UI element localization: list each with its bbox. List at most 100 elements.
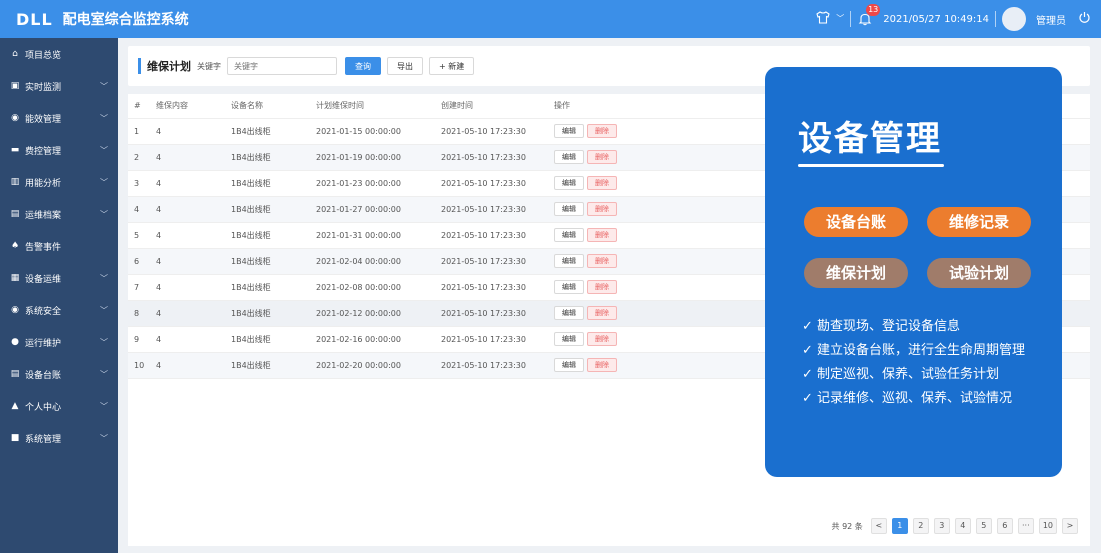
header-actions: ﹀ 13 2021/05/27 10:49:14 管理员 <box>816 0 1091 38</box>
row-planned-time: 2021-01-19 00:00:00 <box>310 144 435 171</box>
keyword-input[interactable] <box>227 57 337 75</box>
feature-bullet: ✓ 记录维修、巡视、保养、试验情况 <box>802 391 1013 406</box>
row-index: 3 <box>128 170 150 197</box>
delete-button[interactable]: 删除 <box>587 228 617 242</box>
row-created-time: 2021-05-10 17:23:30 <box>435 144 548 171</box>
row-planned-time: 2021-01-23 00:00:00 <box>310 170 435 197</box>
pill-device-ledger[interactable]: 设备台账 <box>804 207 908 237</box>
pill-maintenance-plan[interactable]: 维保计划 <box>804 258 908 288</box>
row-planned-time: 2021-02-08 00:00:00 <box>310 274 435 301</box>
delete-button[interactable]: 删除 <box>587 332 617 346</box>
sidebar-item[interactable]: ▤ 设备台账 ﹀ <box>0 358 118 390</box>
delete-button[interactable]: 删除 <box>587 254 617 268</box>
delete-button[interactable]: 删除 <box>587 176 617 190</box>
pagination-page[interactable]: 1 <box>891 518 908 534</box>
pagination-page[interactable]: 10 <box>1038 518 1057 534</box>
edit-button[interactable]: 编辑 <box>554 228 584 242</box>
edit-button[interactable]: 编辑 <box>554 176 584 190</box>
row-content: 4 <box>150 196 225 223</box>
sidebar-item[interactable]: ▬ 费控管理 ﹀ <box>0 134 118 166</box>
new-button[interactable]: + 新建 <box>429 57 475 75</box>
sidebar-item[interactable]: ♠ 告警事件 <box>0 230 118 262</box>
pagination-prev-button[interactable]: < <box>870 518 887 534</box>
top-header: DLL 配电室综合监控系统 ﹀ 13 2021/05/27 10:49:14 管… <box>0 0 1101 38</box>
row-created-time: 2021-05-10 17:23:30 <box>435 118 548 145</box>
column-header-index: # <box>128 94 150 119</box>
sidebar-item[interactable]: ● 运行维护 ﹀ <box>0 326 118 358</box>
edit-button[interactable]: 编辑 <box>554 280 584 294</box>
row-device-name: 1B4出线柜 <box>225 196 310 223</box>
pagination-page[interactable]: 5 <box>975 518 992 534</box>
sidebar-item-label: 用能分析 <box>25 178 62 189</box>
export-button[interactable]: 导出 <box>387 57 423 75</box>
avatar[interactable] <box>1002 7 1026 31</box>
settings-screen-icon: ■ <box>10 433 20 443</box>
edit-button[interactable]: 编辑 <box>554 332 584 346</box>
row-content: 4 <box>150 170 225 197</box>
edit-button[interactable]: 编辑 <box>554 306 584 320</box>
sidebar-item-label: 系统安全 <box>25 306 62 317</box>
row-device-name: 1B4出线柜 <box>225 222 310 249</box>
pagination-page[interactable]: ··· <box>1017 518 1034 534</box>
row-index: 8 <box>128 300 150 327</box>
chevron-down-icon: ﹀ <box>100 145 108 155</box>
chevron-down-icon: ﹀ <box>100 401 108 411</box>
edit-button[interactable]: 编辑 <box>554 358 584 372</box>
pagination-next-button[interactable]: > <box>1062 518 1078 534</box>
row-created-time: 2021-05-10 17:23:30 <box>435 248 548 275</box>
pagination-total: 共 92 条 <box>831 521 863 531</box>
edit-button[interactable]: 编辑 <box>554 254 584 268</box>
pagination-page[interactable]: 6 <box>996 518 1013 534</box>
row-index: 7 <box>128 274 150 301</box>
search-button[interactable]: 查询 <box>345 57 381 75</box>
sidebar-item[interactable]: ◉ 能效管理 ﹀ <box>0 102 118 134</box>
power-icon[interactable] <box>1078 11 1091 27</box>
row-created-time: 2021-05-10 17:23:30 <box>435 196 548 223</box>
pagination-page[interactable]: 4 <box>954 518 971 534</box>
row-planned-time: 2021-02-04 00:00:00 <box>310 248 435 275</box>
row-index: 9 <box>128 326 150 353</box>
column-header-content: 维保内容 <box>150 94 225 119</box>
row-device-name: 1B4出线柜 <box>225 248 310 275</box>
notification-bell-icon[interactable]: 13 <box>857 4 881 27</box>
sidebar-item-label: 设备台账 <box>25 370 62 381</box>
delete-button[interactable]: 删除 <box>587 202 617 216</box>
delete-button[interactable]: 删除 <box>587 280 617 294</box>
edit-button[interactable]: 编辑 <box>554 124 584 138</box>
shirt-icon[interactable] <box>816 11 830 27</box>
delete-button[interactable]: 删除 <box>587 124 617 138</box>
sidebar-item-label: 项目总览 <box>25 50 62 61</box>
sidebar-item[interactable]: ◉ 系统安全 ﹀ <box>0 294 118 326</box>
sidebar-item[interactable]: ▲ 个人中心 ﹀ <box>0 390 118 422</box>
delete-button[interactable]: 删除 <box>587 358 617 372</box>
pill-test-plan[interactable]: 试验计划 <box>927 258 1031 288</box>
sidebar-item-label: 告警事件 <box>25 242 62 253</box>
edit-button[interactable]: 编辑 <box>554 150 584 164</box>
chevron-down-icon: ﹀ <box>100 81 108 91</box>
chevron-down-icon: ﹀ <box>100 305 108 315</box>
brand-logo: DLL <box>16 9 53 29</box>
sidebar-item[interactable]: ■ 系统管理 ﹀ <box>0 422 118 454</box>
sidebar-item[interactable]: ⌂ 项目总览 <box>0 38 118 70</box>
sidebar-item-label: 系统管理 <box>25 434 62 445</box>
edit-button[interactable]: 编辑 <box>554 202 584 216</box>
sidebar-item[interactable]: ▣ 实时监测 ﹀ <box>0 70 118 102</box>
delete-button[interactable]: 删除 <box>587 150 617 164</box>
row-device-name: 1B4出线柜 <box>225 274 310 301</box>
chevron-down-icon: ﹀ <box>100 209 108 219</box>
sidebar-item[interactable]: ▥ 用能分析 ﹀ <box>0 166 118 198</box>
sidebar-item-label: 能效管理 <box>25 114 62 125</box>
chevron-down-icon[interactable]: ﹀ <box>836 15 844 23</box>
pagination-page[interactable]: 2 <box>912 518 929 534</box>
sidebar-item[interactable]: ▤ 运维档案 ﹀ <box>0 198 118 230</box>
sidebar-item-label: 实时监测 <box>25 82 62 93</box>
row-index: 6 <box>128 248 150 275</box>
pagination-page[interactable]: 3 <box>933 518 950 534</box>
delete-button[interactable]: 删除 <box>587 306 617 320</box>
user-name[interactable]: 管理员 <box>1036 12 1066 27</box>
pill-repair-records[interactable]: 维修记录 <box>927 207 1031 237</box>
overlay-title-underline <box>798 164 944 167</box>
sidebar-item[interactable]: ▦ 设备运维 ﹀ <box>0 262 118 294</box>
home-icon: ⌂ <box>12 49 18 59</box>
row-device-name: 1B4出线柜 <box>225 326 310 353</box>
